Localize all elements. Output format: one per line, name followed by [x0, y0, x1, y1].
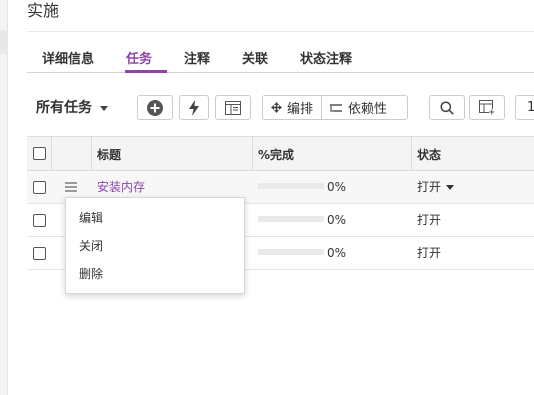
progress-bar [258, 183, 324, 189]
menu-item-delete[interactable]: 删除 [79, 265, 103, 282]
task-filter-dropdown[interactable]: 所有任务 [36, 97, 108, 117]
row-checkbox[interactable] [33, 214, 46, 227]
menu-item-edit[interactable]: 编辑 [79, 209, 103, 226]
plus-circle-icon [147, 99, 163, 116]
quick-action-button[interactable] [179, 95, 209, 120]
column-header-status[interactable]: 状态 [417, 146, 441, 163]
status-value: 打开 [417, 180, 442, 194]
task-filter-label: 所有任务 [36, 100, 92, 116]
row-context-menu: 编辑 关闭 删除 [65, 197, 245, 294]
tab-status-notes[interactable]: 状态注释 [300, 48, 352, 67]
search-icon [440, 100, 454, 115]
arrange-dependency-group: 编排 依赖性 [262, 95, 408, 120]
grid-header-row: 标题 %完成 状态 [27, 136, 534, 171]
dependency-icon [330, 103, 343, 112]
column-header-title[interactable]: 标题 [97, 146, 121, 163]
tab-relations[interactable]: 关联 [242, 48, 268, 67]
column-separator [411, 137, 412, 171]
drag-handle-icon[interactable] [65, 182, 77, 192]
layout-button[interactable] [215, 95, 251, 120]
task-title-link[interactable]: 安装内存 [97, 178, 145, 195]
progress-bar [258, 249, 324, 255]
arrange-label: 编排 [287, 102, 314, 117]
arrange-button[interactable]: 编排 [263, 96, 321, 119]
page-title: 实施 [27, 1, 60, 20]
tab-tasks[interactable]: 任务 [126, 48, 152, 67]
overflow-button[interactable]: 1 [515, 95, 534, 120]
status-value[interactable]: 打开 [417, 244, 441, 261]
column-separator [51, 137, 52, 171]
tab-bar: 详细信息 任务 注释 关联 状态注释 [27, 40, 534, 73]
select-all-checkbox[interactable] [33, 147, 46, 160]
row-checkbox[interactable] [33, 247, 46, 260]
percent-value: 0% [327, 246, 347, 260]
columns-button[interactable] [469, 95, 505, 120]
column-header-percent[interactable]: %完成 [258, 146, 294, 163]
progress-bar [258, 216, 324, 222]
status-dropdown[interactable]: 打开 [417, 178, 455, 195]
column-separator [91, 137, 92, 171]
left-rail [0, 0, 8, 395]
dependency-label: 依赖性 [348, 102, 388, 117]
dependency-button[interactable]: 依赖性 [321, 96, 395, 119]
tab-details[interactable]: 详细信息 [42, 48, 94, 67]
overflow-label: 1 [527, 100, 534, 115]
percent-value: 0% [327, 180, 347, 194]
tab-notes[interactable]: 注释 [184, 48, 210, 67]
row-checkbox[interactable] [33, 181, 46, 194]
lightning-icon [189, 99, 199, 116]
column-separator [252, 137, 253, 171]
percent-value: 0% [327, 213, 347, 227]
active-tab-indicator [125, 70, 167, 73]
move-arrows-icon [271, 102, 282, 113]
table-columns-icon [479, 100, 495, 115]
title-divider [27, 31, 534, 32]
chevron-down-icon [446, 185, 455, 190]
status-value[interactable]: 打开 [417, 211, 441, 228]
menu-item-close[interactable]: 关闭 [79, 237, 103, 254]
chevron-down-icon [100, 105, 108, 111]
panel-layout-icon [225, 100, 241, 115]
search-button[interactable] [429, 95, 465, 120]
add-task-button[interactable] [137, 95, 173, 120]
left-rail-notch [0, 30, 8, 54]
